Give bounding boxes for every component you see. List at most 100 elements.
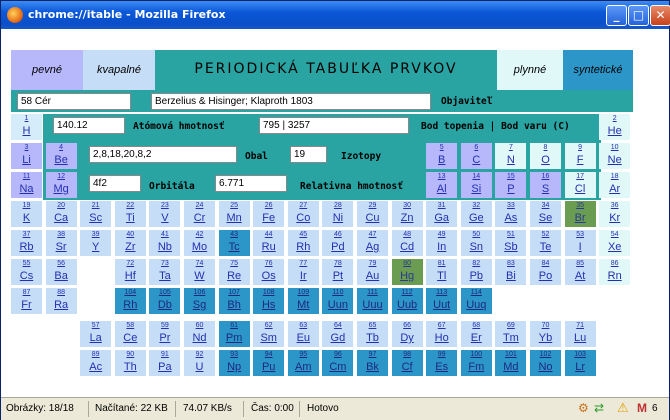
- element-mt[interactable]: 109 Mt: [287, 288, 319, 314]
- element-am[interactable]: 95 Am: [287, 350, 319, 376]
- element-br[interactable]: 35 Br: [564, 201, 596, 227]
- element-tl[interactable]: 81 Tl: [426, 259, 458, 285]
- element-mn[interactable]: 25 Mn: [218, 201, 250, 227]
- element-cf[interactable]: 98 Cf: [391, 350, 423, 376]
- element-h[interactable]: 1H: [11, 114, 42, 140]
- element-al[interactable]: 13 Al: [426, 172, 458, 198]
- element-w[interactable]: 74 W: [184, 259, 215, 285]
- element-sm[interactable]: 62 Sm: [253, 321, 285, 347]
- element-be[interactable]: 4 Be: [45, 143, 77, 169]
- element-sc[interactable]: 21 Sc: [80, 201, 112, 227]
- element-xe[interactable]: 54 Xe: [599, 230, 631, 256]
- element-zr[interactable]: 40 Zr: [114, 230, 146, 256]
- melt-boil-field[interactable]: [259, 117, 409, 134]
- element-ta[interactable]: 73 Ta: [149, 259, 181, 285]
- element-mg[interactable]: 12 Mg: [45, 172, 77, 198]
- element-v[interactable]: 23 V: [149, 201, 181, 227]
- warning-icon[interactable]: ⚠: [617, 400, 629, 416]
- element-b[interactable]: 5B: [426, 143, 458, 169]
- element-si[interactable]: 14 Si: [460, 172, 492, 198]
- mass-field[interactable]: [53, 117, 125, 134]
- element-te[interactable]: 52 Te: [530, 230, 561, 256]
- element-uuq[interactable]: 114 Uuq: [460, 288, 492, 314]
- element-ne[interactable]: 10 Ne: [599, 143, 631, 169]
- element-rn[interactable]: 86 Rn: [599, 259, 631, 285]
- element-ga[interactable]: 31 Ga: [426, 201, 458, 227]
- element-uuu[interactable]: 111 Uuu: [357, 288, 388, 314]
- minimize-button[interactable]: _: [606, 5, 627, 26]
- element-c[interactable]: 6C: [460, 143, 492, 169]
- element-in[interactable]: 49 In: [426, 230, 458, 256]
- element-la[interactable]: 57 La: [80, 321, 112, 347]
- close-button[interactable]: ✕: [650, 5, 670, 26]
- element-pr[interactable]: 59 Pr: [149, 321, 181, 347]
- element-k[interactable]: 19 K: [11, 201, 42, 227]
- element-uub[interactable]: 112 Uub: [391, 288, 423, 314]
- element-au[interactable]: 79 Au: [357, 259, 388, 285]
- isotopes-field[interactable]: [290, 146, 327, 163]
- element-mo[interactable]: 42 Mo: [184, 230, 215, 256]
- element-os[interactable]: 76 Os: [253, 259, 285, 285]
- density-field[interactable]: [215, 175, 287, 192]
- element-uut[interactable]: 113 Uut: [426, 288, 458, 314]
- element-cu[interactable]: 29 Cu: [357, 201, 388, 227]
- element-na[interactable]: 11 Na: [11, 172, 42, 198]
- element-at[interactable]: 85 At: [564, 259, 596, 285]
- element-md[interactable]: 101 Md: [495, 350, 527, 376]
- element-cs[interactable]: 55 Cs: [11, 259, 42, 285]
- element-er[interactable]: 68 Er: [460, 321, 492, 347]
- element-eu[interactable]: 63 Eu: [287, 321, 319, 347]
- element-pd[interactable]: 46 Pd: [322, 230, 354, 256]
- element-es[interactable]: 99 Es: [426, 350, 458, 376]
- element-o[interactable]: 8O: [530, 143, 561, 169]
- element-uun[interactable]: 110 Uun: [322, 288, 354, 314]
- element-ni[interactable]: 28 Ni: [322, 201, 354, 227]
- element-db[interactable]: 105 Db: [149, 288, 181, 314]
- element-he[interactable]: 2 He: [599, 114, 631, 140]
- element-sb[interactable]: 51 Sb: [495, 230, 527, 256]
- element-i[interactable]: 53 I: [564, 230, 596, 256]
- element-fr[interactable]: 87 Fr: [11, 288, 42, 314]
- element-se[interactable]: 34 Se: [530, 201, 561, 227]
- element-cd[interactable]: 48 Cd: [391, 230, 423, 256]
- element-tm[interactable]: 69 Tm: [495, 321, 527, 347]
- maximize-button[interactable]: □: [628, 5, 649, 26]
- discoverer-field[interactable]: [151, 93, 431, 110]
- element-np[interactable]: 93 Np: [218, 350, 250, 376]
- element-s[interactable]: 16 S: [530, 172, 561, 198]
- element-hg[interactable]: 80 Hg: [391, 259, 423, 285]
- element-ba[interactable]: 56 Ba: [45, 259, 77, 285]
- element-po[interactable]: 84 Po: [530, 259, 561, 285]
- element-u[interactable]: 92 U: [184, 350, 215, 376]
- element-gd[interactable]: 64 Gd: [322, 321, 354, 347]
- element-pm[interactable]: 61 Pm: [218, 321, 250, 347]
- element-ir[interactable]: 77 Ir: [287, 259, 319, 285]
- element-zn[interactable]: 30 Zn: [391, 201, 423, 227]
- element-ag[interactable]: 47 Ag: [357, 230, 388, 256]
- element-sn[interactable]: 50 Sn: [460, 230, 492, 256]
- gmail-icon[interactable]: M: [637, 401, 647, 415]
- element-ti[interactable]: 22 Ti: [114, 201, 146, 227]
- element-sr[interactable]: 38 Sr: [45, 230, 77, 256]
- element-ru[interactable]: 44 Ru: [253, 230, 285, 256]
- element-ar[interactable]: 18 Ar: [599, 172, 631, 198]
- element-p[interactable]: 15 P: [495, 172, 527, 198]
- element-th[interactable]: 90 Th: [114, 350, 146, 376]
- element-hs[interactable]: 108 Hs: [253, 288, 285, 314]
- element-ca[interactable]: 20 Ca: [45, 201, 77, 227]
- element-sg[interactable]: 106 Sg: [184, 288, 215, 314]
- element-cl[interactable]: 17 Cl: [564, 172, 596, 198]
- element-co[interactable]: 27 Co: [287, 201, 319, 227]
- element-kr[interactable]: 36 Kr: [599, 201, 631, 227]
- element-cm[interactable]: 96 Cm: [322, 350, 354, 376]
- element-tb[interactable]: 65 Tb: [357, 321, 388, 347]
- element-ho[interactable]: 67 Ho: [426, 321, 458, 347]
- element-ce[interactable]: 58 Ce: [114, 321, 146, 347]
- element-lr[interactable]: 103 Lr: [564, 350, 596, 376]
- element-ge[interactable]: 32 Ge: [460, 201, 492, 227]
- element-pt[interactable]: 78 Pt: [322, 259, 354, 285]
- element-nb[interactable]: 41 Nb: [149, 230, 181, 256]
- element-ac[interactable]: 89 Ac: [80, 350, 112, 376]
- element-bk[interactable]: 97 Bk: [357, 350, 388, 376]
- element-cr[interactable]: 24 Cr: [184, 201, 215, 227]
